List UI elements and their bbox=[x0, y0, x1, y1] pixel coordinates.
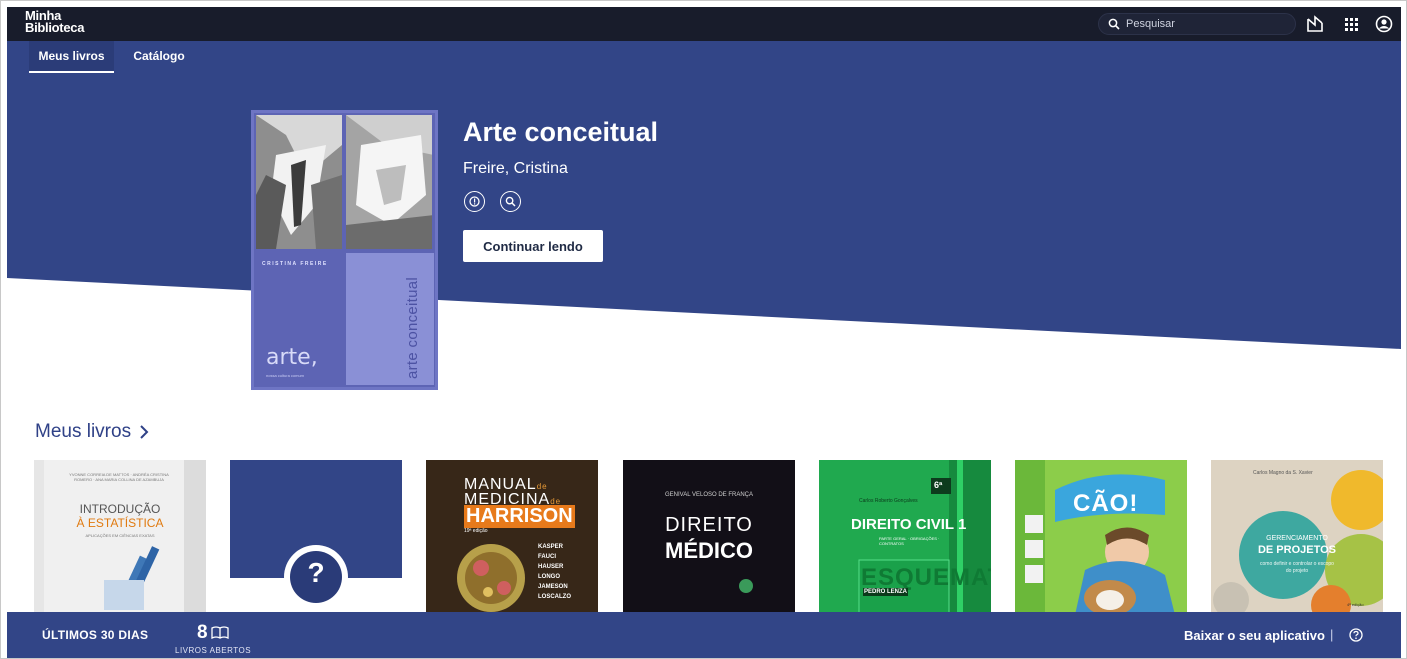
footer-separator: | bbox=[1330, 627, 1334, 642]
book-author: Carlos Roberto Gonçalves bbox=[859, 498, 918, 504]
question-icon: ? bbox=[307, 557, 325, 588]
book-authors: YVONNE CORREIA DE MATTOS · ANDRÉA CRISTI… bbox=[69, 472, 169, 482]
stats-count-label: LIVROS ABERTOS bbox=[175, 646, 252, 655]
book-edition: 4ª edição bbox=[1347, 602, 1364, 607]
books-opened-count: 8 bbox=[197, 622, 208, 643]
book-title: CÃO! bbox=[1073, 490, 1139, 517]
stats-bar: ÚLTIMOS 30 DIAS 8 LIVROS ABERTOS Baixar … bbox=[7, 612, 1401, 658]
reader-icon[interactable] bbox=[1305, 14, 1325, 34]
book-card-direito-civil[interactable]: 6ª Carlos Roberto Gonçalves DIREITO CIVI… bbox=[819, 460, 991, 615]
logo-line-2: Biblioteca bbox=[25, 20, 85, 35]
book-title-line2: MÉDICO bbox=[665, 538, 753, 563]
apps-grid-icon[interactable] bbox=[1341, 14, 1361, 34]
author-3: HAUSER bbox=[538, 564, 564, 570]
info-button[interactable] bbox=[464, 191, 485, 212]
author-6: LOSCALZO bbox=[538, 594, 571, 600]
tab-catalog[interactable]: Catálogo bbox=[124, 41, 194, 73]
open-book-icon bbox=[210, 626, 229, 640]
book-card-direito-medico[interactable]: GENIVAL VELOSO DE FRANÇA DIREITO MÉDICO bbox=[623, 460, 795, 615]
download-app-link[interactable]: Baixar o seu aplicativo bbox=[1184, 628, 1325, 643]
book-author: GENIVAL VELOSO DE FRANÇA bbox=[664, 492, 754, 498]
book-authors: KASPER FAUCI HAUSER LONGO JAMESON LOSCAL… bbox=[538, 542, 571, 602]
cover-photo-left bbox=[256, 115, 342, 249]
search-in-book-button[interactable] bbox=[500, 191, 521, 212]
author-2: FAUCI bbox=[538, 554, 556, 560]
continue-reading-button[interactable]: Continuar lendo bbox=[463, 230, 603, 262]
app-logo[interactable]: Minha Biblioteca bbox=[25, 9, 85, 35]
book-title-small: GERENCIAMENTO bbox=[1266, 535, 1328, 542]
book-title-line3: HARRISON bbox=[464, 505, 575, 528]
author-5: JAMESON bbox=[538, 584, 568, 590]
book-card-cao[interactable]: CÃO! bbox=[1015, 460, 1187, 615]
book-card-gerenciamento-projetos[interactable]: Carlos Magno da S. Xavier GERENCIAMENTO … bbox=[1211, 460, 1383, 615]
search-icon bbox=[1108, 18, 1120, 30]
book-title-big: DE PROJETOS bbox=[1257, 544, 1337, 556]
author-4: LONGO bbox=[538, 574, 560, 580]
info-icon bbox=[469, 196, 480, 207]
stats-period: ÚLTIMOS 30 DIAS bbox=[42, 628, 149, 642]
help-icon[interactable] bbox=[1347, 626, 1365, 644]
featured-hero: CRISTINA FREIRE arte conceitual arte, no… bbox=[7, 73, 1401, 390]
book-subtitle: PARTE GERAL · OBRIGAÇÕES · CONTRATOS bbox=[879, 536, 940, 546]
hero-background bbox=[7, 73, 1401, 349]
featured-author: Freire, Cristina bbox=[463, 160, 568, 177]
cover-title-vertical: arte conceitual bbox=[404, 276, 421, 379]
book-coordinator: PEDRO LENZA bbox=[863, 588, 909, 596]
featured-book-cover[interactable]: CRISTINA FREIRE arte conceitual arte, no… bbox=[251, 110, 438, 390]
book-title-line1-small: de bbox=[536, 482, 548, 491]
app-window: Minha Biblioteca Pesquisar Meus livros C… bbox=[0, 0, 1407, 659]
my-books-section-link[interactable]: Meus livros bbox=[35, 421, 149, 443]
book-subtitle: como definir e controlar o escopo do pro… bbox=[1260, 561, 1334, 574]
cover-photo-right bbox=[346, 115, 432, 249]
book-title-line2: À ESTATÍSTICA bbox=[76, 516, 164, 530]
chevron-right-icon bbox=[140, 425, 149, 439]
book-card-introducao-estatistica[interactable]: YVONNE CORREIA DE MATTOS · ANDRÉA CRISTI… bbox=[34, 460, 206, 615]
book-title-line1: INTRODUÇÃO bbox=[79, 502, 161, 516]
cover-series-sub: nossa cultura comum bbox=[266, 373, 305, 378]
book-cover-placeholder bbox=[230, 460, 402, 615]
book-card-placeholder[interactable]: ? bbox=[230, 460, 402, 615]
search-icon bbox=[505, 196, 516, 207]
book-author: Carlos Magno da S. Xavier bbox=[1253, 470, 1313, 476]
book-title-line1: DIREITO bbox=[665, 514, 753, 536]
stats-count: 8 bbox=[197, 622, 229, 644]
book-title: DIREITO CIVIL 1 bbox=[851, 516, 967, 533]
tab-my-books[interactable]: Meus livros bbox=[29, 41, 114, 73]
featured-title: Arte conceitual bbox=[463, 117, 659, 147]
search-input[interactable] bbox=[1126, 18, 1276, 30]
author-1: KASPER bbox=[538, 544, 564, 550]
search-box[interactable] bbox=[1098, 13, 1296, 35]
nav-bar: Meus livros Catálogo bbox=[7, 41, 1401, 73]
book-edition: 19ª edição bbox=[464, 528, 488, 534]
cover-author: CRISTINA FREIRE bbox=[262, 261, 328, 267]
book-cover bbox=[1015, 460, 1187, 615]
book-card-harrison[interactable]: MANUALde MEDICINAde HARRISON 19ª edição … bbox=[426, 460, 598, 615]
top-bar: Minha Biblioteca bbox=[7, 7, 1401, 41]
cover-series-logo: arte, bbox=[266, 345, 318, 370]
account-icon[interactable] bbox=[1374, 14, 1394, 34]
section-title: Meus livros bbox=[35, 421, 132, 442]
book-edition-badge: 6ª bbox=[934, 480, 943, 490]
book-subtitle: APLICAÇÕES EM CIÊNCIAS EXATAS bbox=[85, 533, 155, 538]
